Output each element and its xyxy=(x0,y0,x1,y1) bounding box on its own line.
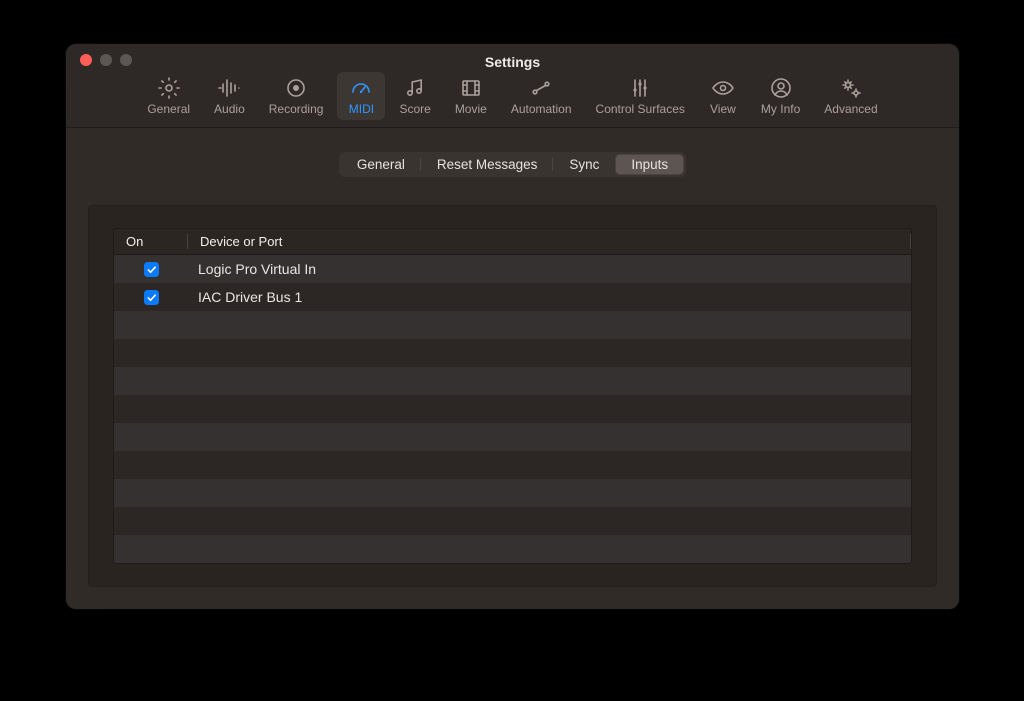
table-body: Logic Pro Virtual In IAC Driver Bus 1 xyxy=(114,255,911,563)
table-row-empty xyxy=(114,339,911,367)
automation-icon xyxy=(529,76,553,100)
midi-subtabs: GeneralReset MessagesSyncInputs xyxy=(339,152,686,177)
toolbar-item-label: Advanced xyxy=(824,102,877,116)
toolbar-item-label: MIDI xyxy=(349,102,374,116)
table-row-empty xyxy=(114,311,911,339)
toolbar-item-movie[interactable]: Movie xyxy=(445,72,497,120)
minimize-window-button[interactable] xyxy=(100,54,112,66)
gauge-icon xyxy=(349,76,373,100)
table-row-empty xyxy=(114,479,911,507)
cell-on xyxy=(114,290,188,305)
enable-checkbox[interactable] xyxy=(144,262,159,277)
subtab-inputs[interactable]: Inputs xyxy=(615,154,684,175)
toolbar-item-label: Recording xyxy=(269,102,324,116)
table-header: On Device or Port xyxy=(114,229,911,255)
window-title: Settings xyxy=(66,46,959,70)
window-controls xyxy=(80,54,132,66)
settings-window: Settings General Audio Recording MIDI Score M… xyxy=(66,44,959,609)
inputs-panel: On Device or Port Logic Pro Virtual In IA… xyxy=(88,205,937,587)
toolbar-item-label: View xyxy=(710,102,736,116)
gears-icon xyxy=(839,76,863,100)
subtab-general[interactable]: General xyxy=(341,154,421,175)
table-row-empty xyxy=(114,367,911,395)
cell-device: IAC Driver Bus 1 xyxy=(188,289,911,305)
table-row-empty xyxy=(114,451,911,479)
enable-checkbox[interactable] xyxy=(144,290,159,305)
zoom-window-button[interactable] xyxy=(120,54,132,66)
settings-toolbar: General Audio Recording MIDI Score Movie Autom… xyxy=(66,72,959,128)
close-window-button[interactable] xyxy=(80,54,92,66)
toolbar-item-midi[interactable]: MIDI xyxy=(337,72,385,120)
toolbar-item-label: General xyxy=(147,102,190,116)
subtab-reset-messages[interactable]: Reset Messages xyxy=(421,154,554,175)
toolbar-item-audio[interactable]: Audio xyxy=(204,72,255,120)
toolbar-item-label: Movie xyxy=(455,102,487,116)
toolbar-item-general[interactable]: General xyxy=(137,72,200,120)
midi-inputs-table: On Device or Port Logic Pro Virtual In IA… xyxy=(113,228,912,564)
eye-icon xyxy=(711,76,735,100)
gear-icon xyxy=(157,76,181,100)
table-row[interactable]: IAC Driver Bus 1 xyxy=(114,283,911,311)
column-header-device[interactable]: Device or Port xyxy=(188,234,911,249)
toolbar-item-advanced[interactable]: Advanced xyxy=(814,72,887,120)
waveform-icon xyxy=(217,76,241,100)
person-icon xyxy=(769,76,793,100)
toolbar-item-score[interactable]: Score xyxy=(389,72,440,120)
titlebar: Settings xyxy=(66,44,959,72)
table-row-empty xyxy=(114,395,911,423)
table-row-empty xyxy=(114,423,911,451)
toolbar-item-my_info[interactable]: My Info xyxy=(751,72,810,120)
toolbar-item-automation[interactable]: Automation xyxy=(501,72,582,120)
notes-icon xyxy=(403,76,427,100)
toolbar-item-label: Control Surfaces xyxy=(596,102,685,116)
toolbar-item-label: Audio xyxy=(214,102,245,116)
toolbar-item-view[interactable]: View xyxy=(699,72,747,120)
table-row-empty xyxy=(114,535,911,563)
toolbar-item-control_surfaces[interactable]: Control Surfaces xyxy=(586,72,695,120)
subtab-sync[interactable]: Sync xyxy=(553,154,615,175)
cell-device: Logic Pro Virtual In xyxy=(188,261,911,277)
table-row-empty xyxy=(114,507,911,535)
toolbar-item-label: Automation xyxy=(511,102,572,116)
toolbar-item-label: Score xyxy=(399,102,430,116)
sliders-icon xyxy=(628,76,652,100)
column-header-on[interactable]: On xyxy=(114,234,188,249)
cell-on xyxy=(114,262,188,277)
record-icon xyxy=(284,76,308,100)
film-icon xyxy=(459,76,483,100)
table-row[interactable]: Logic Pro Virtual In xyxy=(114,255,911,283)
content-area: GeneralReset MessagesSyncInputs On Devic… xyxy=(66,128,959,609)
toolbar-item-label: My Info xyxy=(761,102,800,116)
toolbar-item-recording[interactable]: Recording xyxy=(259,72,334,120)
